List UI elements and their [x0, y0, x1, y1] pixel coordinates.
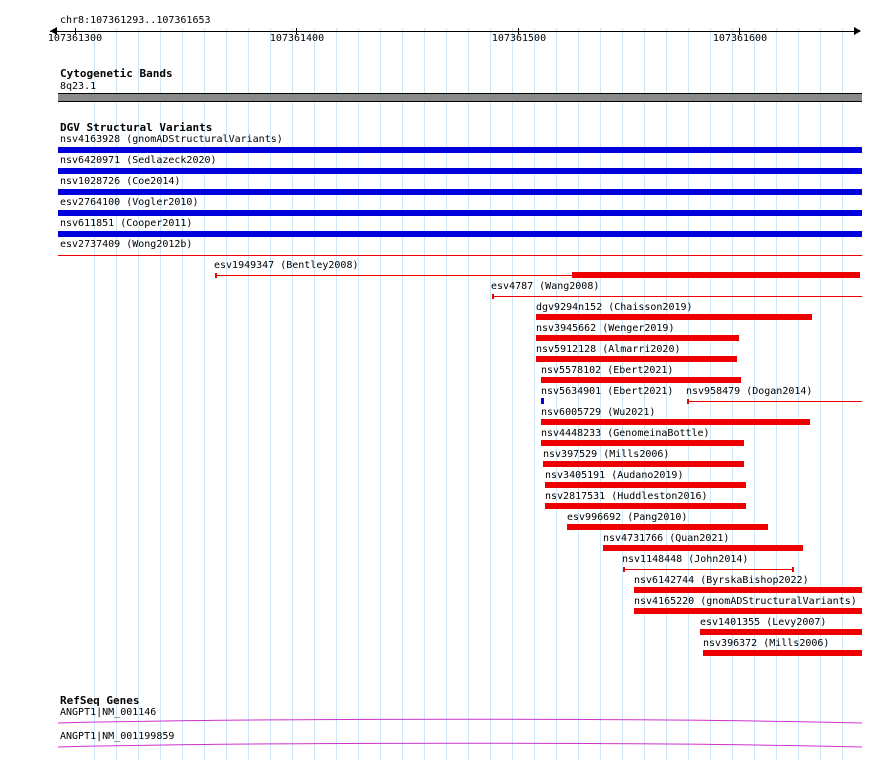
variant-label: esv1401355 (Levy2007)	[700, 617, 827, 628]
grid-line	[358, 28, 359, 760]
variant-label: nsv5578102 (Ebert2021)	[541, 365, 674, 376]
variant-label: nsv397529 (Mills2006)	[543, 449, 670, 460]
grid-line	[292, 28, 293, 760]
variant-label: nsv1028726 (Coe2014)	[60, 176, 181, 187]
variant-feature[interactable]	[536, 314, 812, 320]
ruler-tick-label: 107361300	[47, 33, 103, 44]
variant-feature[interactable]	[572, 272, 860, 278]
variant-feature[interactable]	[536, 335, 739, 341]
variant-feature[interactable]	[58, 147, 862, 153]
variant-feature[interactable]	[703, 650, 862, 656]
ruler-tick-label: 107361600	[712, 33, 768, 44]
variant-feature[interactable]	[545, 503, 746, 509]
grid-line	[490, 28, 491, 760]
variant-feature[interactable]	[58, 231, 862, 237]
variant-feature[interactable]	[58, 168, 862, 174]
variant-endcap	[792, 567, 794, 572]
genome-browser-view: chr8:107361293..107361653 107361300 1073…	[0, 0, 890, 760]
variant-label: dgv9294n152 (Chaisson2019)	[536, 302, 693, 313]
variant-label: esv2764100 (Vogler2010)	[60, 197, 199, 208]
variant-label: esv1949347 (Bentley2008)	[214, 260, 359, 271]
grid-line	[336, 28, 337, 760]
variant-feature[interactable]	[688, 401, 862, 402]
variant-endcap	[687, 399, 689, 404]
grid-line	[446, 28, 447, 760]
variant-feature[interactable]	[58, 189, 862, 195]
variant-label: nsv4731766 (Quan2021)	[603, 533, 730, 544]
variant-feature[interactable]	[541, 440, 744, 446]
variant-feature[interactable]	[541, 419, 810, 425]
variant-label: esv2737409 (Wong2012b)	[60, 239, 193, 250]
variant-feature[interactable]	[567, 524, 768, 530]
variant-label: nsv6420971 (Sedlazeck2020)	[60, 155, 217, 166]
variant-label: nsv5912128 (Almarri2020)	[536, 344, 681, 355]
variant-label: nsv5634901 (Ebert2021)	[541, 386, 674, 397]
ruler-tick-label: 107361400	[269, 33, 325, 44]
variant-feature[interactable]	[58, 255, 862, 256]
variant-feature[interactable]	[216, 275, 572, 276]
variant-label: nsv958479 (Dogan2014)	[686, 386, 813, 397]
variant-label: esv4787 (Wang2008)	[491, 281, 600, 292]
variant-feature[interactable]	[603, 545, 803, 551]
variant-feature[interactable]	[541, 377, 741, 383]
variant-endcap	[492, 294, 494, 299]
grid-line	[380, 28, 381, 760]
grid-line	[424, 28, 425, 760]
variant-label: nsv4165220 (gnomADStructuralVariants)	[634, 596, 857, 607]
cytoband-track-title: Cytogenetic Bands	[60, 67, 173, 80]
variant-feature[interactable]	[700, 629, 862, 635]
variant-feature[interactable]	[493, 296, 862, 297]
grid-line	[512, 28, 513, 760]
variant-label: nsv4448233 (GenomeinaBottle)	[541, 428, 710, 439]
variant-label: nsv6142744 (ByrskaBishop2022)	[634, 575, 809, 586]
grid-line	[314, 28, 315, 760]
variant-label: nsv396372 (Mills2006)	[703, 638, 830, 649]
locus-label: chr8:107361293..107361653	[60, 15, 211, 26]
grid-line	[534, 28, 535, 760]
variant-feature[interactable]	[58, 210, 862, 216]
variant-label: nsv3405191 (Audano2019)	[545, 470, 684, 481]
ruler-tick-label: 107361500	[491, 33, 547, 44]
cytoband-bar[interactable]	[58, 93, 862, 102]
variant-label: nsv2817531 (Huddleston2016)	[545, 491, 708, 502]
variant-feature[interactable]	[545, 482, 746, 488]
refseq-track-title: RefSeq Genes	[60, 694, 140, 707]
dgv-track-title: DGV Structural Variants	[60, 121, 213, 134]
scroll-right-arrow-icon[interactable]	[854, 27, 861, 35]
grid-line	[402, 28, 403, 760]
variant-label: nsv3945662 (Wenger2019)	[536, 323, 675, 334]
variant-feature[interactable]	[536, 356, 737, 362]
transcript-intron-line[interactable]	[58, 740, 862, 750]
variant-feature[interactable]	[541, 398, 544, 404]
variant-endcap	[215, 273, 217, 278]
cytoband-name: 8q23.1	[60, 81, 97, 92]
variant-feature[interactable]	[634, 608, 862, 614]
variant-feature[interactable]	[543, 461, 744, 467]
variant-label: nsv1148448 (John2014)	[622, 554, 749, 565]
grid-line	[468, 28, 469, 760]
variant-label: nsv611851 (Cooper2011)	[60, 218, 193, 229]
variant-label: nsv6005729 (Wu2021)	[541, 407, 656, 418]
variant-label: esv996692 (Pang2010)	[567, 512, 688, 523]
variant-feature[interactable]	[634, 587, 862, 593]
variant-label: nsv4163928 (gnomADStructuralVariants)	[60, 134, 283, 145]
transcript-intron-line[interactable]	[58, 716, 862, 726]
variant-feature[interactable]	[624, 569, 794, 570]
variant-endcap	[623, 567, 625, 572]
